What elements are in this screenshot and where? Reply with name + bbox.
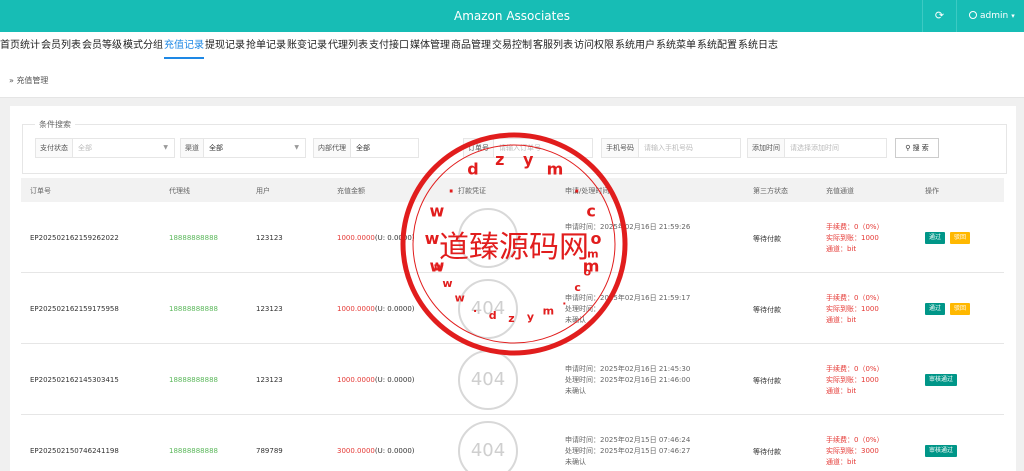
reject-button[interactable]: 驳回	[950, 232, 971, 244]
channel-info: 手续费：0（0%） 实际到账：3000 通道：bit	[826, 436, 884, 466]
nav-item[interactable]: 充值记录	[164, 34, 204, 59]
times: 申请时间：2025年02月15日 07:46:24 处理时间：2025年02月15…	[565, 436, 691, 466]
nav-item[interactable]: 访问权限	[574, 32, 614, 59]
channel-info: 手续费：0（0%） 实际到账：1000 通道：bit	[826, 294, 884, 324]
search-icon: ⚲	[905, 144, 911, 152]
third-party-status: 等待付款	[753, 306, 781, 314]
nav-item[interactable]: 交易控制	[492, 32, 532, 59]
nav-item[interactable]: 媒体管理	[410, 32, 450, 59]
agent-line: 18888888888	[169, 234, 218, 242]
refresh-icon[interactable]: ⟳	[922, 0, 956, 32]
nav-item[interactable]: 模式分组	[123, 32, 163, 59]
row-actions: 通过 驳回	[925, 232, 971, 244]
agent-select[interactable]: 内部代理 全部	[313, 138, 419, 158]
nav-item[interactable]: 系统用户	[615, 32, 655, 59]
nav-item[interactable]: 首页统计	[0, 32, 40, 59]
nav-item[interactable]: 客服列表	[533, 32, 573, 59]
proof-image[interactable]: 404	[458, 421, 518, 471]
approve-button[interactable]: 通过	[925, 303, 946, 315]
table-header: 订单号 代理线 用户 充值金额 打款凭证 申请/处理时间 第三方状态 充值通道 …	[21, 178, 1004, 202]
order-no: EP202502162159262022	[30, 234, 119, 242]
row-actions: 通过 驳回	[925, 303, 971, 315]
breadcrumb-bar: » 充值管理	[0, 60, 1024, 98]
channel-select[interactable]: 渠道 全部 ▼	[180, 138, 306, 158]
user-name: admin	[980, 11, 1009, 21]
pay-status-select[interactable]: 支付状态 全部 ▼	[35, 138, 175, 158]
approve-button[interactable]: 通过	[925, 232, 946, 244]
third-party-status: 等待付款	[753, 448, 781, 456]
order-no: EP202502162145303415	[30, 376, 119, 384]
agent-line: 18888888888	[169, 376, 218, 384]
proof-image[interactable]	[458, 208, 518, 268]
agent-line: 18888888888	[169, 447, 218, 455]
times: 申请时间：2025年02月16日 21:45:30 处理时间：2025年02月16…	[565, 365, 691, 395]
chevron-down-icon: ▼	[163, 144, 168, 151]
nav-item[interactable]: 提现记录	[205, 32, 245, 59]
amount: 3000.0000(U: 0.0000)	[337, 447, 415, 455]
add-time-input[interactable]: 添加时间 请选择添加时间	[747, 138, 887, 158]
user: 123123	[256, 305, 283, 313]
table-row: EP202502162159262022 18888888888 123123 …	[21, 202, 1004, 273]
user-menu[interactable]: admin ▾	[956, 0, 1024, 32]
nav-item[interactable]: 账变记录	[287, 32, 327, 59]
times: 申请时间：2025年02月16日 21:59:17 处理时间： 未确认	[565, 294, 691, 324]
content-panel: 条件搜索 支付状态 全部 ▼ 渠道 全部 ▼ 内部代理 全部 订单号 请输入订单号 …	[10, 106, 1016, 471]
channel-info: 手续费：0（0%） 实际到账：1000 通道：bit	[826, 365, 884, 395]
order-no-input[interactable]: 订单号 请输入订单号	[463, 138, 593, 158]
top-header: Amazon Associates ⟳ admin ▾	[0, 0, 1024, 32]
main-nav: 首页统计会员列表会员等级模式分组充值记录提现记录抢单记录账变记录代理列表支付接口…	[0, 32, 1024, 60]
nav-item[interactable]: 系统配置	[697, 32, 737, 59]
order-no: EP202502150746241198	[30, 447, 119, 455]
user-icon	[969, 11, 977, 19]
amount: 1000.0000(U: 0.0000)	[337, 376, 415, 384]
amount: 1000.0000(U: 0.0000)	[337, 234, 415, 242]
user: 123123	[256, 376, 283, 384]
agent-line: 18888888888	[169, 305, 218, 313]
times: 申请时间：2025年02月16日 21:59:26	[565, 223, 691, 231]
nav-item[interactable]: 商品管理	[451, 32, 491, 59]
third-party-status: 等待付款	[753, 235, 781, 243]
search-button[interactable]: ⚲ 搜 索	[895, 138, 939, 158]
user: 789789	[256, 447, 283, 455]
nav-item[interactable]: 代理列表	[328, 32, 368, 59]
third-party-status: 等待付款	[753, 377, 781, 385]
nav-item[interactable]: 支付接口	[369, 32, 409, 59]
breadcrumb: » 充值管理	[9, 76, 49, 85]
order-no: EP202502162159175958	[30, 305, 119, 313]
table-row: EP202502150746241198 18888888888 789789 …	[21, 415, 1004, 471]
table-row: EP202502162145303415 18888888888 123123 …	[21, 344, 1004, 415]
nav-item[interactable]: 会员列表	[41, 32, 81, 59]
phone-input[interactable]: 手机号码 请输入手机号码	[601, 138, 741, 158]
nav-item[interactable]: 会员等级	[82, 32, 122, 59]
proof-image[interactable]: 404	[458, 350, 518, 410]
proof-image[interactable]: 404	[458, 279, 518, 339]
user: 123123	[256, 234, 283, 242]
approve-button[interactable]: 审核通过	[925, 374, 958, 386]
search-legend: 条件搜索	[35, 119, 75, 130]
app-title: Amazon Associates	[454, 9, 570, 23]
row-actions: 审核通过	[925, 445, 958, 457]
search-panel: 条件搜索 支付状态 全部 ▼ 渠道 全部 ▼ 内部代理 全部 订单号 请输入订单号 …	[22, 119, 1007, 174]
reject-button[interactable]: 驳回	[950, 303, 971, 315]
channel-info: 手续费：0（0%） 实际到账：1000 通道：bit	[826, 223, 884, 253]
chevron-down-icon: ▾	[1011, 12, 1015, 20]
recharge-table: 订单号 代理线 用户 充值金额 打款凭证 申请/处理时间 第三方状态 充值通道 …	[21, 178, 1004, 471]
nav-item[interactable]: 系统日志	[738, 32, 778, 59]
approve-button[interactable]: 审核通过	[925, 445, 958, 457]
row-actions: 审核通过	[925, 374, 958, 386]
amount: 1000.0000(U: 0.0000)	[337, 305, 415, 313]
chevron-down-icon: ▼	[294, 144, 299, 151]
nav-item[interactable]: 抢单记录	[246, 32, 286, 59]
table-row: EP202502162159175958 18888888888 123123 …	[21, 273, 1004, 344]
nav-item[interactable]: 系统菜单	[656, 32, 696, 59]
